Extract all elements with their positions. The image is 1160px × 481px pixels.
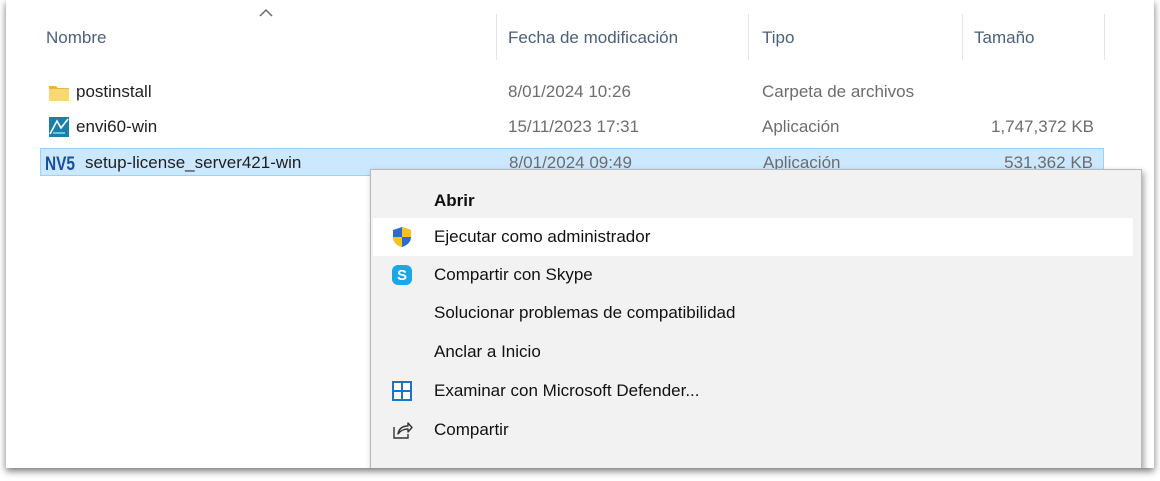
file-row-postinstall[interactable]: postinstall 8/01/2024 10:26 Carpeta de a… (40, 78, 1104, 106)
menu-item-label: Compartir (434, 420, 509, 439)
column-header-name[interactable]: Nombre (46, 28, 106, 48)
file-explorer-window: Nombre Fecha de modificación Tipo Tamaño… (6, 0, 1154, 468)
menu-item-abrir[interactable]: Abrir (373, 182, 1133, 220)
menu-item-label: Examinar con Microsoft Defender... (434, 381, 700, 400)
folder-icon (49, 86, 69, 101)
file-type: Aplicación (762, 117, 840, 136)
file-date: 15/11/2023 17:31 (508, 117, 640, 136)
menu-item-label: Abrir (434, 191, 475, 210)
column-header-date[interactable]: Fecha de modificación (508, 28, 678, 48)
menu-item-label: Solucionar problemas de compatibilidad (434, 303, 736, 322)
file-name: envi60-win (76, 117, 158, 136)
menu-item-label: Anclar a Inicio (434, 342, 541, 361)
menu-item-troubleshoot-compat[interactable]: Solucionar problemas de compatibilidad (373, 294, 1133, 332)
menu-item-scan-defender[interactable]: Examinar con Microsoft Defender... (373, 372, 1133, 410)
svg-text:NV5: NV5 (45, 154, 75, 174)
column-divider[interactable] (962, 14, 963, 60)
column-divider[interactable] (1104, 14, 1105, 60)
file-size: 1,747,372 KB (990, 117, 1094, 136)
column-header-size[interactable]: Tamaño (974, 28, 1034, 48)
menu-item-run-as-admin[interactable]: Ejecutar como administrador (373, 218, 1133, 256)
nv5-app-icon: NV5 (45, 154, 75, 174)
file-row-envi60-win[interactable]: envi60-win 15/11/2023 17:31 Aplicación 1… (40, 113, 1104, 141)
menu-item-share-skype[interactable]: S Compartir con Skype (373, 256, 1133, 294)
uac-shield-icon (393, 227, 411, 247)
menu-item-label: Compartir con Skype (434, 265, 593, 284)
svg-text:S: S (397, 267, 407, 284)
menu-item-label: Ejecutar como administrador (434, 227, 651, 246)
menu-item-pin-start[interactable]: Anclar a Inicio (373, 333, 1133, 371)
defender-icon (392, 381, 412, 401)
share-icon (393, 422, 413, 439)
file-name: postinstall (76, 82, 152, 101)
column-divider[interactable] (496, 14, 497, 60)
file-date: 8/01/2024 10:26 (508, 82, 631, 101)
column-header-bar: Nombre Fecha de modificación Tipo Tamaño (6, 0, 1154, 68)
file-type: Carpeta de archivos (762, 82, 915, 101)
column-divider[interactable] (748, 14, 749, 60)
menu-item-share[interactable]: Compartir (373, 411, 1133, 449)
column-header-type[interactable]: Tipo (762, 28, 794, 48)
file-name: setup-license_server421-win (85, 153, 302, 172)
context-menu: Abrir Ejecutar como administrador S Comp… (370, 169, 1142, 468)
skype-icon: S (392, 265, 412, 285)
envi-app-icon (49, 117, 69, 137)
sort-ascending-icon[interactable] (258, 8, 274, 18)
